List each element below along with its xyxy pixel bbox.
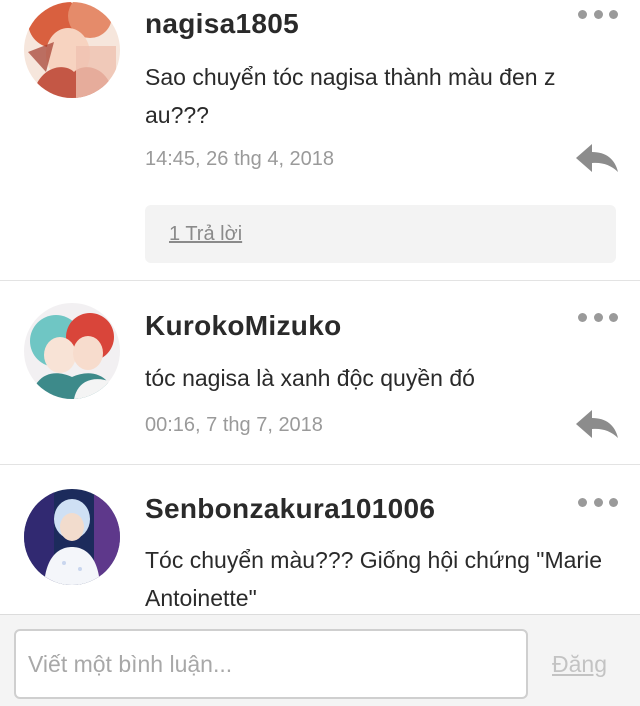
username[interactable]: nagisa1805 [145, 8, 299, 40]
user-avatar[interactable] [24, 489, 120, 585]
person-photo-avatar-icon [24, 489, 120, 585]
more-options-icon[interactable] [578, 309, 618, 325]
reply-arrow-icon[interactable] [574, 142, 620, 174]
comment-composer: Đăng [0, 614, 640, 706]
user-avatar[interactable] [24, 303, 120, 399]
user-avatar[interactable] [24, 2, 120, 98]
comment-text: tóc nagisa là xanh độc quyền đó [145, 365, 475, 391]
more-options-icon[interactable] [578, 494, 618, 510]
comments-page: nagisa1805 Sao chuyển tóc nagisa thành m… [0, 0, 640, 706]
replies-box: 1 Trả lời [145, 205, 616, 263]
username[interactable]: Senbonzakura101006 [145, 493, 435, 525]
anime-couple-avatar-icon [24, 2, 120, 98]
reply-arrow-icon[interactable] [574, 408, 620, 440]
comment-text: Tóc chuyển màu??? Giống hội chứng "Marie… [145, 547, 602, 611]
comment-text: Sao chuyển tóc nagisa thành màu đen z au… [145, 64, 556, 128]
comment-item: Senbonzakura101006 Tóc chuyển màu??? Giố… [0, 465, 640, 614]
more-options-icon[interactable] [578, 6, 618, 22]
comment-item: nagisa1805 Sao chuyển tóc nagisa thành m… [0, 0, 640, 280]
comment-item: KurokoMizuko tóc nagisa là xanh độc quyề… [0, 281, 640, 464]
view-replies-link[interactable]: 1 Trả lời [169, 223, 242, 246]
anime-pair-avatar-icon [24, 303, 120, 399]
username[interactable]: KurokoMizuko [145, 310, 341, 342]
comment-input[interactable] [14, 629, 528, 699]
post-button[interactable]: Đăng [552, 651, 607, 678]
comment-timestamp: 14:45, 26 thg 4, 2018 [145, 148, 335, 170]
comment-timestamp: 00:16, 7 thg 7, 2018 [145, 414, 323, 436]
